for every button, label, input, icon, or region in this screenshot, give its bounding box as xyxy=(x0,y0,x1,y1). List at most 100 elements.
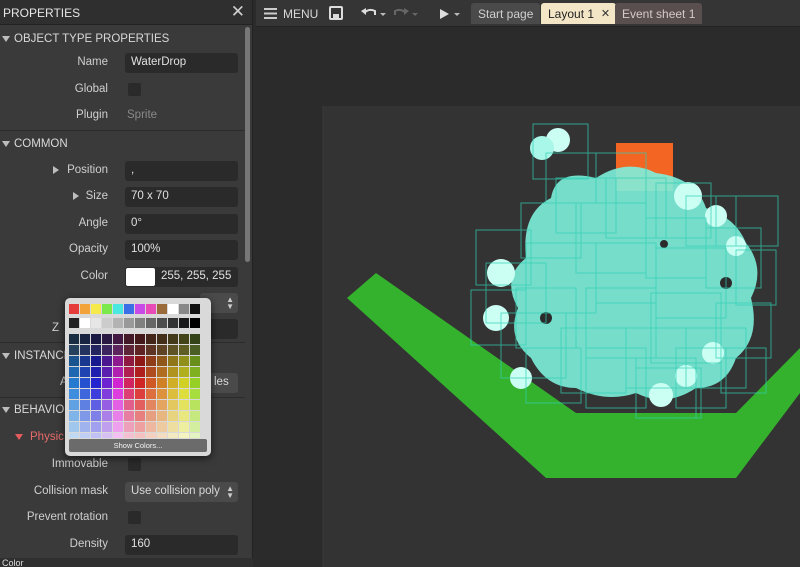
section-label: OBJECT TYPE PROPERTIES xyxy=(14,33,170,45)
color-swatch-cell xyxy=(135,422,145,432)
color-swatch-cell xyxy=(102,334,112,344)
color-swatch-cell xyxy=(69,433,79,438)
prop-row-opacity: Opacity 100% xyxy=(0,237,245,263)
color-swatch-cell xyxy=(113,304,123,314)
name-field[interactable]: WaterDrop xyxy=(125,53,238,73)
divider xyxy=(0,130,245,131)
collapse-icon xyxy=(15,434,23,440)
color-swatch-cell xyxy=(157,367,167,377)
close-icon[interactable]: ✕ xyxy=(231,2,245,22)
color-swatch-cell xyxy=(69,400,79,410)
behavior-label: Physic xyxy=(30,431,64,443)
prop-label: Immovable xyxy=(51,458,108,470)
color-swatch-cell xyxy=(146,334,156,344)
color-swatch-cell xyxy=(146,356,156,366)
tab-start-page[interactable]: Start page xyxy=(471,3,541,24)
layout-viewport[interactable] xyxy=(256,28,800,567)
color-swatch-cell xyxy=(80,422,90,432)
color-swatch-cell xyxy=(179,318,189,328)
color-swatch-cell xyxy=(80,334,90,344)
prop-row-prevent-rotation: Prevent rotation xyxy=(0,505,245,531)
color-swatch-cell xyxy=(168,367,178,377)
tab-layout-1[interactable]: Layout 1 ✕ xyxy=(541,3,617,24)
color-swatch-cell xyxy=(146,389,156,399)
color-swatch-cell xyxy=(80,345,90,355)
prop-label: Z xyxy=(52,322,60,334)
section-common[interactable]: COMMON xyxy=(0,132,245,158)
property-description-bar: Color xyxy=(0,558,253,567)
color-swatch-cell xyxy=(168,318,178,328)
color-swatch-cell xyxy=(113,356,123,366)
color-swatch-cell xyxy=(113,400,123,410)
color-swatch-cell xyxy=(135,304,145,314)
color-swatch-cell xyxy=(190,422,200,432)
layout-canvas[interactable] xyxy=(256,28,800,567)
color-swatch-cell xyxy=(80,304,90,314)
prop-row-density: Density 160 xyxy=(0,532,245,558)
color-swatch-cell xyxy=(168,304,178,314)
prop-label: Name xyxy=(77,56,108,68)
color-swatch-cell xyxy=(157,422,167,432)
color-swatch-cell xyxy=(102,378,112,388)
prop-label: Angle xyxy=(78,217,108,229)
color-swatch-cell xyxy=(124,389,134,399)
color-swatch-cell xyxy=(113,334,123,344)
color-swatch-cell xyxy=(190,334,200,344)
color-swatch-cell xyxy=(124,334,134,344)
prop-label: Size xyxy=(85,190,108,202)
color-swatch-cell xyxy=(102,304,112,314)
color-swatch-cell xyxy=(124,356,134,366)
color-swatch-cell xyxy=(179,422,189,432)
prop-row-color: Color 255, 255, 255 xyxy=(0,264,245,290)
color-swatch-cell xyxy=(91,422,101,432)
opacity-field[interactable]: 100% xyxy=(125,240,238,260)
prop-row-global: Global xyxy=(0,77,245,103)
position-field[interactable]: , xyxy=(125,161,238,181)
color-swatch-cell xyxy=(80,433,90,438)
color-swatch-cell xyxy=(190,356,200,366)
color-swatch-cell xyxy=(91,411,101,421)
color-swatch-cell xyxy=(113,345,123,355)
expand-icon[interactable] xyxy=(73,192,79,200)
color-swatch-cell xyxy=(124,367,134,377)
color-swatch[interactable] xyxy=(126,268,155,286)
prop-row-position: Position , xyxy=(0,158,245,184)
color-swatch-cell xyxy=(146,411,156,421)
prop-label: Opacity xyxy=(69,243,108,255)
color-swatch-cell xyxy=(69,411,79,421)
color-swatch-cell xyxy=(135,367,145,377)
color-swatch-cell xyxy=(157,318,167,328)
color-swatch-cell xyxy=(179,433,189,438)
collapse-icon xyxy=(2,36,10,42)
color-swatch-cell xyxy=(69,367,79,377)
prevent-rotation-checkbox[interactable] xyxy=(128,511,141,524)
immovable-checkbox[interactable] xyxy=(128,458,141,471)
collision-mask-select[interactable]: Use collision poly ▲ ▼ xyxy=(125,482,238,502)
tab-event-sheet-1[interactable]: Event sheet 1 xyxy=(615,3,703,24)
close-icon[interactable]: ✕ xyxy=(601,7,610,20)
color-swatch-cell xyxy=(157,411,167,421)
color-swatch-cell xyxy=(179,378,189,388)
color-grid[interactable] xyxy=(65,298,211,438)
show-colors-button[interactable]: Show Colors... xyxy=(69,439,207,452)
color-swatch-cell xyxy=(102,422,112,432)
color-swatch-cell xyxy=(135,318,145,328)
description-text: Color xyxy=(2,558,24,567)
color-swatch-cell xyxy=(157,389,167,399)
density-field[interactable]: 160 xyxy=(125,535,238,555)
global-checkbox[interactable] xyxy=(128,83,141,96)
angle-field[interactable]: 0° xyxy=(125,214,238,234)
color-swatch-cell xyxy=(102,345,112,355)
size-field[interactable]: 70 x 70 xyxy=(125,187,238,207)
color-picker-popup: Show Colors... xyxy=(65,298,211,456)
color-swatch-cell xyxy=(190,345,200,355)
color-swatch-cell xyxy=(113,389,123,399)
properties-scrollbar[interactable] xyxy=(245,27,250,262)
expand-icon[interactable] xyxy=(53,166,59,174)
collapse-icon xyxy=(2,353,10,359)
color-swatch-cell xyxy=(135,433,145,438)
color-swatch-cell xyxy=(168,356,178,366)
color-swatch-cell xyxy=(179,389,189,399)
color-swatch-cell xyxy=(146,422,156,432)
prop-row-collision: Collision mask Use collision poly ▲ ▼ xyxy=(0,479,245,505)
